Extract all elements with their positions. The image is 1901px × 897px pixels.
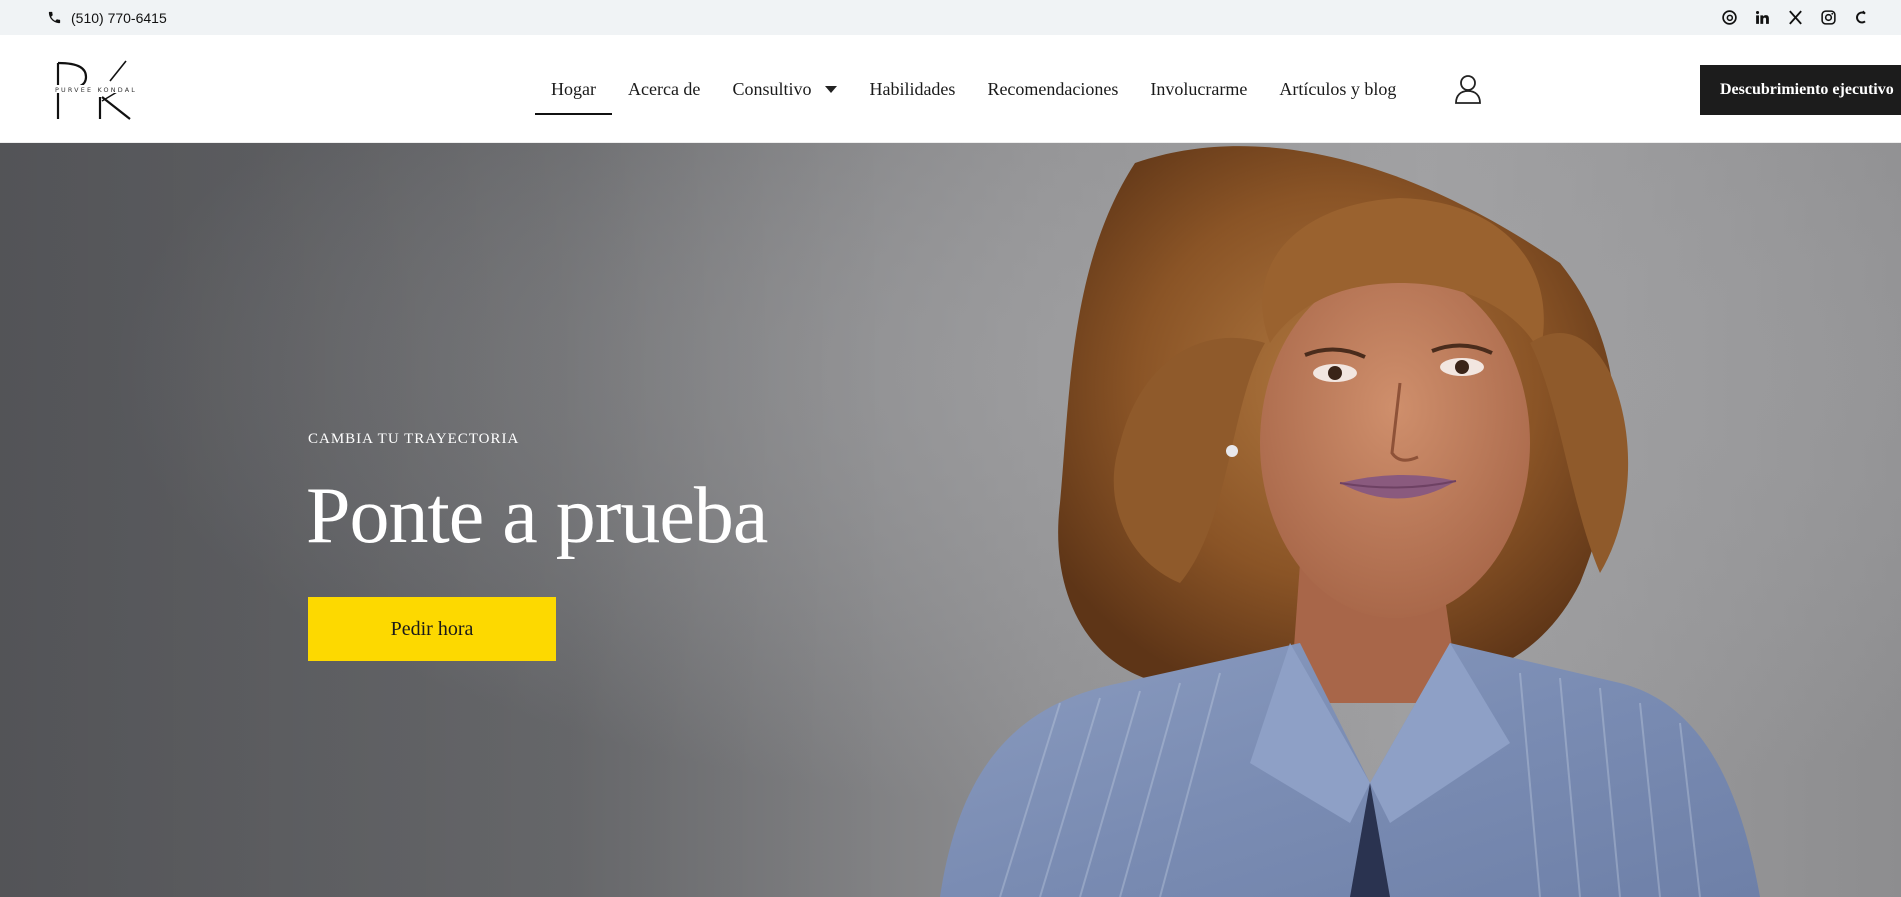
- user-account-icon[interactable]: [1453, 73, 1483, 105]
- nav-label: Habilidades: [869, 78, 956, 99]
- hero-title: Ponte a prueba: [306, 472, 768, 560]
- nav-label: Acerca de: [627, 78, 701, 99]
- hero-section: CAMBIA TU TRAYECTORIA Ponte a prueba Ped…: [0, 143, 1901, 897]
- book-appointment-button[interactable]: Pedir hora: [308, 597, 556, 661]
- logo-name: PURVEE KONDAL: [55, 86, 137, 94]
- phone-number: (510) 770-6415: [71, 9, 167, 26]
- nav-label: Artículos y blog: [1279, 78, 1397, 99]
- main-header: PURVEE KONDAL Hogar Acerca de Consultivo…: [0, 35, 1901, 143]
- linkedin-icon: [1755, 10, 1769, 24]
- custom-c-link[interactable]: [1852, 8, 1871, 27]
- phone-contact[interactable]: (510) 770-6415: [47, 10, 167, 26]
- custom-c-icon: [1856, 10, 1866, 24]
- threads-link[interactable]: [1720, 8, 1739, 27]
- site-logo[interactable]: PURVEE KONDAL: [40, 57, 152, 123]
- hero-eyebrow: CAMBIA TU TRAYECTORIA: [308, 431, 520, 447]
- pk-logo-mark: PURVEE KONDAL: [40, 60, 152, 120]
- nav-label: Involucrarme: [1150, 78, 1248, 99]
- threads-icon: [1722, 10, 1737, 25]
- nav-label: Consultivo: [732, 78, 812, 99]
- linkedin-link[interactable]: [1753, 8, 1772, 27]
- nav-item-acerca-de[interactable]: Acerca de: [612, 35, 716, 143]
- top-bar: (510) 770-6415: [0, 0, 1901, 35]
- executive-discovery-button[interactable]: Descubrimiento ejecutivo: [1700, 65, 1901, 115]
- instagram-icon: [1821, 10, 1836, 25]
- nav-label: Hogar: [551, 78, 596, 99]
- phone-icon: [48, 11, 61, 24]
- nav-item-habilidades[interactable]: Habilidades: [853, 35, 971, 143]
- nav-item-recomendaciones[interactable]: Recomendaciones: [971, 35, 1134, 143]
- x-twitter-link[interactable]: [1786, 8, 1805, 27]
- portrait-photo: [0, 143, 1901, 897]
- instagram-link[interactable]: [1819, 8, 1838, 27]
- nav-item-hogar[interactable]: Hogar: [535, 35, 612, 143]
- nav-item-consultivo[interactable]: Consultivo: [716, 35, 853, 143]
- nav-item-articulos-blog[interactable]: Artículos y blog: [1263, 35, 1412, 143]
- nav-label: Recomendaciones: [987, 78, 1119, 99]
- chevron-down-icon: [825, 85, 838, 93]
- main-nav: Hogar Acerca de Consultivo Habilidades R…: [535, 35, 1412, 143]
- nav-item-involucrarme[interactable]: Involucrarme: [1134, 35, 1263, 143]
- x-twitter-icon: [1789, 10, 1802, 25]
- social-links: [1720, 8, 1871, 27]
